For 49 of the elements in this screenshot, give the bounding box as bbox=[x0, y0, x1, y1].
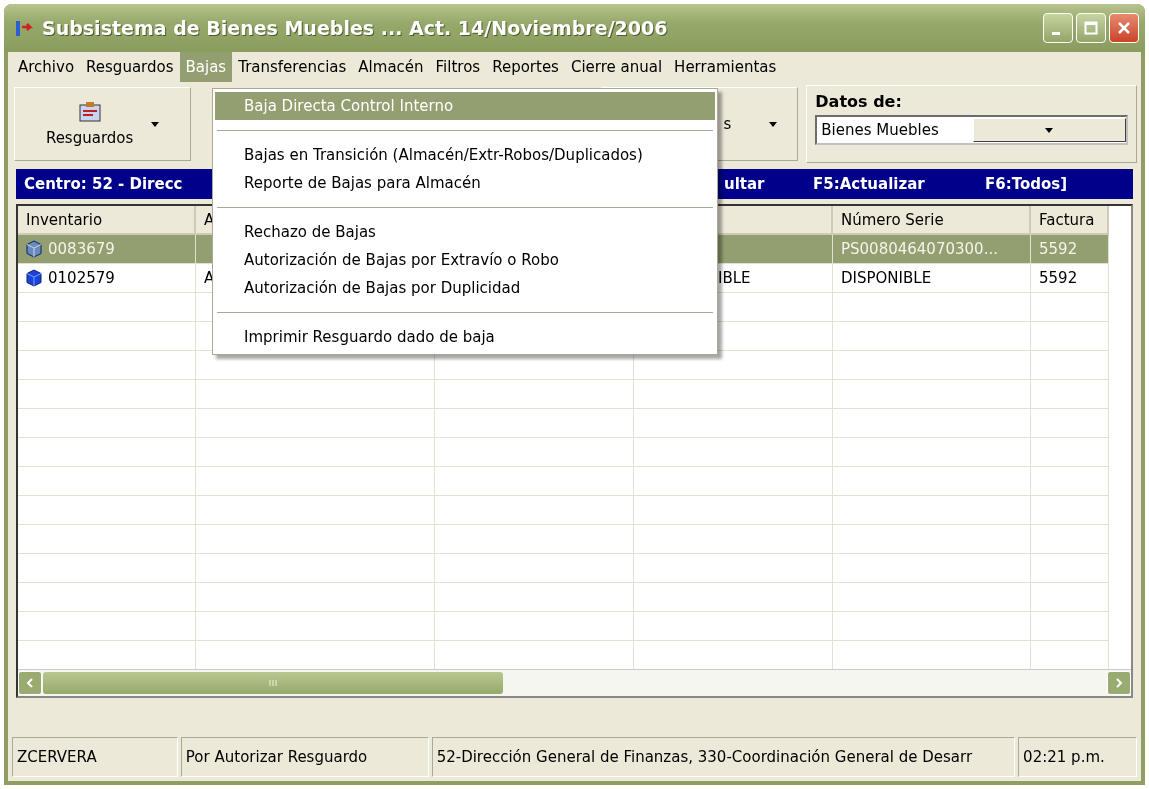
scroll-right-icon[interactable] bbox=[1107, 671, 1131, 695]
group-label: Datos de: bbox=[815, 92, 903, 111]
menu-item[interactable]: Almacén bbox=[352, 52, 430, 82]
status-panel: 52-Dirección General de Finanzas, 330-Coordinación General de Desarr bbox=[431, 737, 1016, 777]
menu-item[interactable]: Reportes bbox=[486, 52, 565, 82]
table-cell: PS0080464070300... bbox=[833, 235, 1031, 264]
info-text: ultar bbox=[724, 175, 765, 193]
maximize-button[interactable] bbox=[1076, 13, 1106, 43]
table-cell: 0083679 bbox=[18, 235, 196, 264]
menu-option[interactable]: Imprimir Resguardo dado de baja bbox=[215, 323, 715, 351]
table-cell: 5592 bbox=[1031, 264, 1109, 293]
toolbar-button[interactable]: Resguardos bbox=[14, 87, 192, 161]
menu-item[interactable]: Archivo bbox=[12, 52, 81, 82]
status-panel: Por Autorizar Resguardo bbox=[180, 737, 429, 777]
minimize-button[interactable] bbox=[1043, 13, 1073, 43]
table-cell: 5592 bbox=[1031, 235, 1109, 264]
minimize-icon bbox=[1052, 31, 1060, 35]
window-title: Subsistema de Bienes Muebles ... Act. 14/Noviembre/2006 bbox=[42, 17, 669, 39]
menu-item[interactable]: Resguardos bbox=[80, 52, 180, 82]
column-header[interactable]: Número Serie bbox=[833, 206, 1031, 235]
column-header[interactable]: Inventario bbox=[18, 206, 196, 235]
table-cell: DISPONIBLE bbox=[833, 264, 1031, 293]
table-cell: 0102579 bbox=[18, 264, 196, 293]
menu-item[interactable]: Cierre anual bbox=[564, 52, 669, 82]
close-icon bbox=[1117, 21, 1131, 35]
data-source-dropdown[interactable]: Bienes Muebles bbox=[815, 115, 1128, 145]
column-header[interactable]: Factura bbox=[1031, 206, 1109, 235]
scroll-left-icon[interactable] bbox=[18, 671, 42, 695]
cube-icon bbox=[26, 269, 42, 287]
close-button[interactable] bbox=[1109, 13, 1139, 43]
cube-icon bbox=[26, 240, 42, 258]
menu-option[interactable]: Bajas en Transición (Almacén/Extr-Robos/Duplicados) bbox=[215, 141, 715, 169]
menu-item[interactable]: Filtros bbox=[429, 52, 487, 82]
menu-option[interactable]: Rechazo de Bajas bbox=[215, 218, 715, 246]
status-panel: 02:21 p.m. bbox=[1018, 737, 1137, 777]
horizontal-scrollbar[interactable] bbox=[18, 669, 1131, 696]
form-icon bbox=[77, 101, 102, 123]
maximize-icon bbox=[1084, 21, 1098, 35]
info-text: Centro: 52 - Direcc bbox=[24, 175, 183, 193]
scroll-thumb[interactable] bbox=[43, 672, 503, 694]
status-panel: ZCERVERA bbox=[12, 737, 178, 777]
info-text: F6:Todos] bbox=[985, 175, 1068, 193]
info-text: F5:Actualizar bbox=[813, 175, 925, 193]
grip-icon bbox=[268, 679, 278, 687]
menu-option[interactable]: Reporte de Bajas para Almacén bbox=[215, 169, 715, 197]
caret-icon bbox=[151, 121, 160, 127]
menu-item[interactable]: Herramientas bbox=[668, 52, 783, 82]
caret-icon bbox=[769, 121, 778, 127]
menu-item[interactable]: Transferencias bbox=[232, 52, 353, 82]
